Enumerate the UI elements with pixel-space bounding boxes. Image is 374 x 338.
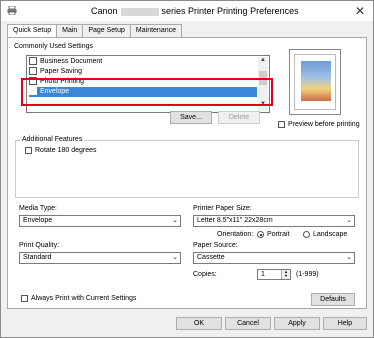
- landscape-label: Landscape: [313, 231, 348, 238]
- list-item[interactable]: Business Document: [29, 57, 257, 67]
- printer-icon: [7, 6, 17, 15]
- delete-button[interactable]: Delete: [218, 111, 260, 124]
- media-type-select[interactable]: Envelope ⌄: [19, 215, 181, 227]
- preview-checkbox-label: Preview before printing: [288, 121, 360, 128]
- print-preview: [289, 49, 341, 115]
- paper-source-select[interactable]: Cassette ⌄: [193, 252, 355, 264]
- orientation-label: Orientation:: [217, 231, 254, 238]
- list-item-label: Business Document: [40, 58, 103, 65]
- radio-circle[interactable]: [257, 231, 264, 238]
- tab-quick-setup[interactable]: Quick Setup: [7, 24, 58, 38]
- print-quality-value: Standard: [23, 254, 52, 261]
- rotate-checkbox-label: Rotate 180 degrees: [35, 147, 97, 154]
- tab-maintenance[interactable]: Maintenance: [129, 24, 183, 37]
- commonly-used-label: Commonly Used Settings: [14, 43, 93, 50]
- paper-source-value: Cassette: [197, 254, 225, 261]
- list-item-label: Paper Saving: [40, 68, 83, 75]
- preview-checkbox[interactable]: Preview before printing: [278, 121, 360, 128]
- chevron-down-icon[interactable]: ⌄: [172, 253, 178, 263]
- chevron-down-icon[interactable]: ⌄: [172, 216, 178, 226]
- help-button[interactable]: Help: [323, 317, 367, 330]
- print-quality-label: Print Quality:: [19, 242, 60, 249]
- print-quality-select[interactable]: Standard ⌄: [19, 252, 181, 264]
- media-type-label: Media Type:: [19, 205, 58, 212]
- checkbox-box[interactable]: [21, 295, 28, 302]
- rotate-checkbox[interactable]: Rotate 180 degrees: [25, 147, 97, 154]
- additional-features-label: Additional Features: [20, 136, 85, 143]
- always-print-checkbox[interactable]: Always Print with Current Settings: [21, 295, 136, 302]
- redacted-model: [120, 7, 159, 16]
- title-suffix: series Printer Printing Preferences: [161, 6, 299, 16]
- checkbox-box[interactable]: [25, 147, 32, 154]
- copies-range: (1-999): [296, 271, 319, 278]
- paper-source-label: Paper Source:: [193, 242, 238, 249]
- printer-preferences-window: Canon series Printer Printing Preferences…: [0, 0, 374, 338]
- portrait-radio[interactable]: Portrait: [257, 231, 290, 238]
- radio-circle[interactable]: [303, 231, 310, 238]
- list-item[interactable]: Paper Saving: [29, 67, 257, 77]
- spinner-arrows-icon[interactable]: ▲ ▼: [281, 270, 290, 279]
- close-icon[interactable]: ✕: [355, 4, 365, 18]
- tab-page-setup[interactable]: Page Setup: [82, 24, 131, 37]
- preview-sheet: [294, 54, 336, 110]
- paper-size-value: Letter 8.5"x11" 22x28cm: [197, 217, 273, 224]
- scroll-up-icon[interactable]: ▲: [260, 57, 266, 63]
- defaults-button[interactable]: Defaults: [311, 293, 355, 306]
- title-bar: Canon series Printer Printing Preferences…: [1, 1, 373, 21]
- portrait-label: Portrait: [267, 231, 290, 238]
- selection-highlight-box: [21, 78, 273, 106]
- landscape-radio[interactable]: Landscape: [303, 231, 347, 238]
- document-icon: [29, 57, 37, 66]
- checkbox-box[interactable]: [278, 121, 285, 128]
- tab-main[interactable]: Main: [56, 24, 84, 37]
- chevron-down-icon[interactable]: ⌄: [346, 253, 352, 263]
- save-button[interactable]: Save...: [170, 111, 212, 124]
- ok-button[interactable]: OK: [176, 317, 222, 330]
- chevron-down-icon[interactable]: ⌄: [346, 216, 352, 226]
- always-print-label: Always Print with Current Settings: [31, 295, 137, 302]
- tab-bar: Quick Setup Main Page Setup Maintenance: [7, 24, 183, 38]
- window-title: Canon series Printer Printing Preferences: [91, 6, 299, 16]
- media-type-value: Envelope: [23, 217, 53, 224]
- paper-size-select[interactable]: Letter 8.5"x11" 22x28cm ⌄: [193, 215, 355, 227]
- cancel-button[interactable]: Cancel: [225, 317, 271, 330]
- title-prefix: Canon: [91, 6, 118, 16]
- printer-paper-size-label: Printer Paper Size:: [193, 205, 252, 212]
- preview-image: [301, 61, 331, 101]
- copies-value: 1: [261, 271, 265, 278]
- apply-button[interactable]: Apply: [274, 317, 320, 330]
- document-icon: [29, 67, 37, 76]
- copies-spinner[interactable]: 1 ▲ ▼: [257, 269, 291, 280]
- copies-label: Copies:: [193, 271, 217, 278]
